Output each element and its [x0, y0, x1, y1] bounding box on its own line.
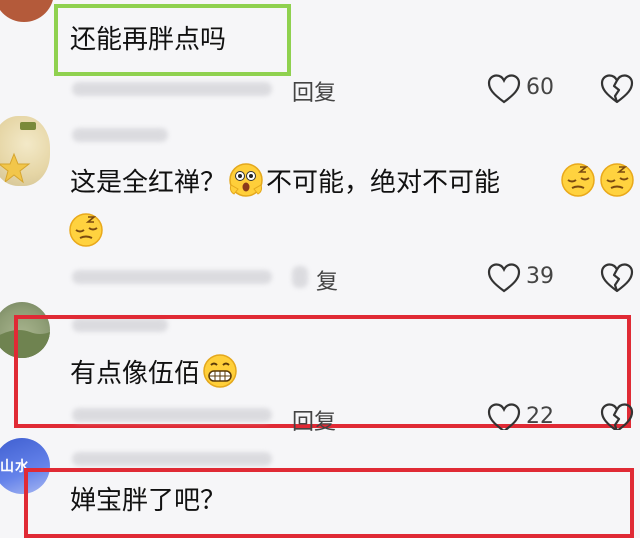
- comment-text: 婵宝胖了吧？: [70, 486, 227, 516]
- comment-meta: [72, 408, 272, 422]
- shocked-emoji: [226, 163, 266, 197]
- broken-heart-icon[interactable]: [600, 402, 634, 430]
- reply-button[interactable]: 回复: [292, 75, 336, 107]
- like-count: 39: [526, 264, 554, 289]
- reply-icon-blur: [292, 266, 308, 288]
- like-count: 60: [526, 75, 554, 100]
- sleepy-emoji: [600, 163, 634, 197]
- reply-button[interactable]: 复: [316, 264, 338, 296]
- comment-text: 还能再胖点吗: [70, 25, 227, 55]
- comment-meta: [72, 270, 272, 284]
- heart-icon[interactable]: [487, 73, 521, 105]
- broken-heart-icon[interactable]: [600, 73, 634, 105]
- sleepy-emoji: [69, 213, 103, 247]
- broken-heart-icon[interactable]: [600, 262, 634, 294]
- heart-icon[interactable]: [487, 402, 521, 430]
- sleepy-emoji: [561, 163, 595, 197]
- comment-text-part: 有点像伍佰: [70, 359, 201, 389]
- comment-text: 这是全红禅？ 不可能，绝对不可能: [70, 163, 500, 200]
- avatar-star-icon: [0, 122, 36, 184]
- comment-text-part: 不可能，绝对不可能: [266, 168, 501, 198]
- comment-meta: [72, 82, 272, 96]
- reply-button[interactable]: 回复: [292, 404, 336, 436]
- comment-text-part: 这是全红禅？: [70, 168, 227, 198]
- username: [72, 128, 168, 142]
- grin-emoji: [200, 354, 240, 388]
- username: [72, 452, 272, 466]
- avatar[interactable]: [0, 0, 54, 22]
- avatar[interactable]: [0, 116, 50, 186]
- heart-icon[interactable]: [487, 262, 521, 294]
- comment-text: 有点像伍佰: [70, 354, 240, 391]
- like-count: 22: [526, 404, 554, 429]
